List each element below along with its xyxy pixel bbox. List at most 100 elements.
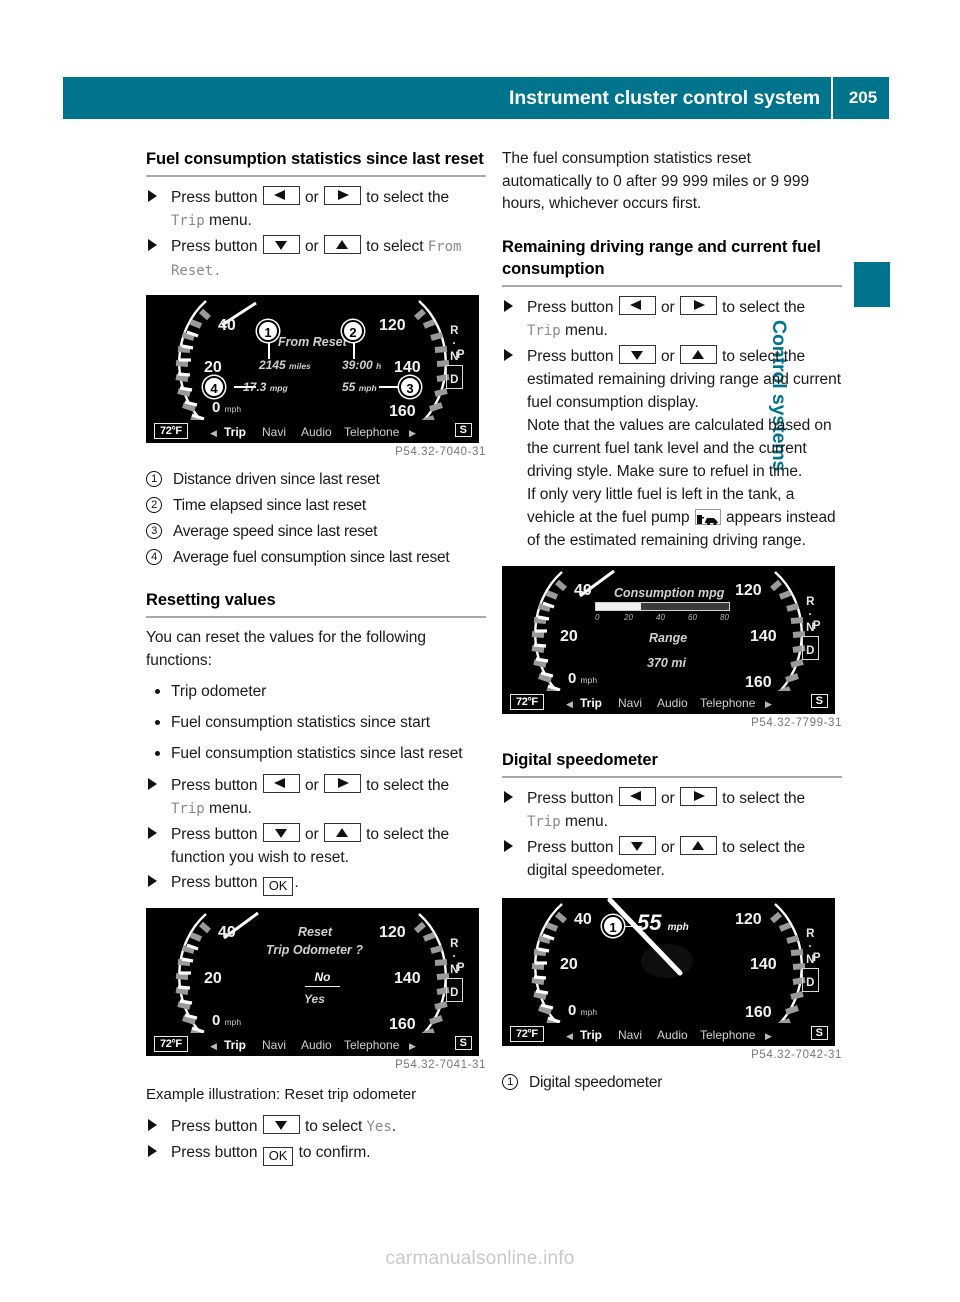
down-arrow-key-icon[interactable]	[262, 235, 300, 254]
step-select-digital-speedometer: Press button or to select the digital sp…	[502, 835, 842, 882]
left-arrow-key-icon[interactable]	[262, 186, 300, 205]
menu-item-audio[interactable]: Audio	[657, 696, 688, 710]
step-text: menu.	[564, 812, 608, 830]
menu-prev-caret-icon[interactable]: ◀	[566, 1031, 573, 1042]
right-arrow-key-icon[interactable]	[323, 186, 361, 205]
gear-label-d-selected: D	[446, 365, 463, 389]
menu-item-telephone[interactable]: Telephone	[700, 1028, 755, 1042]
scale-label-140: 140	[394, 970, 421, 987]
scale-label-140: 140	[750, 627, 777, 645]
step-select-range-display: Press button or to select the estimated …	[502, 344, 842, 552]
callout-leader-line	[353, 343, 355, 359]
bar-tick-80: 80	[720, 612, 729, 622]
instrument-cluster-display: 40 20 120 140 160 0 mph 55 mph 1 R · N D…	[502, 897, 835, 1046]
range-label: Range	[649, 630, 688, 645]
display-title-consumption: Consumption mpg	[614, 585, 725, 600]
menu-item-trip[interactable]: Trip	[580, 1028, 602, 1042]
menu-item-trip[interactable]: Trip	[224, 1038, 246, 1052]
gear-selector-indicator: R · N D P	[446, 325, 464, 389]
left-column: Fuel consumption statistics since last r…	[146, 148, 486, 1166]
step-arrow-icon	[148, 190, 157, 202]
menu-prev-caret-icon[interactable]: ◀	[566, 699, 573, 710]
left-arrow-key-icon[interactable]	[618, 295, 656, 315]
menu-next-caret-icon[interactable]: ▶	[765, 1031, 772, 1042]
heading-rule	[146, 616, 486, 618]
heading-digital-speedometer: Digital speedometer	[502, 750, 658, 769]
up-arrow-key-icon[interactable]	[323, 235, 361, 254]
menu-item-audio[interactable]: Audio	[301, 1038, 332, 1052]
step-text: Press button	[527, 789, 614, 807]
step-text: Press button	[171, 238, 258, 255]
consumption-bar-fill	[596, 602, 641, 610]
cluster-menu-bar: 72°F ◀ Trip Navi Audio Telephone ▶ S	[146, 420, 479, 443]
page-title: Instrument cluster control system	[509, 86, 820, 109]
legend-item: 3 Average speed since last reset	[146, 520, 486, 543]
ok-key-icon[interactable]: OK	[262, 1147, 294, 1166]
bar-tick-40: 40	[656, 612, 665, 622]
menu-prev-caret-icon[interactable]: ◀	[210, 1041, 217, 1052]
up-arrow-key-icon[interactable]	[679, 835, 717, 855]
legend-list-figure2: 1 Digital speedometer	[502, 1071, 842, 1094]
left-arrow-key-icon[interactable]	[618, 786, 656, 806]
heading-rule	[502, 775, 842, 778]
menu-next-caret-icon[interactable]: ▶	[409, 1041, 416, 1052]
bar-tick-20: 20	[624, 612, 633, 622]
step-text: menu.	[564, 321, 608, 339]
right-arrow-key-icon[interactable]	[323, 774, 361, 793]
scale-label-40: 40	[574, 910, 592, 928]
left-arrow-key-icon[interactable]	[262, 774, 300, 793]
legend-text: Average fuel consumption since last rese…	[173, 549, 450, 566]
display-term-trip: Trip	[171, 213, 205, 229]
dialog-option-yes[interactable]: Yes	[304, 992, 325, 1006]
scale-label-120: 120	[379, 924, 406, 941]
up-arrow-key-icon[interactable]	[679, 344, 717, 364]
step-arrow-icon	[504, 299, 513, 312]
step-text: to select the	[366, 777, 450, 794]
bullet-text: Trip odometer	[171, 683, 267, 700]
menu-item-telephone[interactable]: Telephone	[700, 696, 755, 710]
step-text-or: or	[304, 189, 319, 206]
step-note-calculation: Note that the values are calculated base…	[527, 416, 832, 480]
ok-key-icon[interactable]: OK	[262, 877, 294, 896]
up-arrow-key-icon[interactable]	[323, 823, 361, 842]
section-tab-marker	[854, 262, 890, 307]
scale-label-160: 160	[389, 403, 416, 420]
down-arrow-key-icon[interactable]	[262, 1115, 300, 1134]
down-arrow-key-icon[interactable]	[262, 823, 300, 842]
menu-item-audio[interactable]: Audio	[657, 1028, 688, 1042]
down-arrow-key-icon[interactable]	[618, 344, 656, 364]
menu-item-trip[interactable]: Trip	[580, 696, 602, 710]
step-text: to select	[304, 1118, 363, 1135]
dialog-option-no-selected[interactable]: No	[305, 970, 340, 987]
menu-item-navi[interactable]: Navi	[618, 696, 642, 710]
bullet-icon	[155, 689, 160, 694]
right-arrow-key-icon[interactable]	[679, 295, 717, 315]
range-value: 370 mi	[647, 655, 686, 670]
menu-item-navi[interactable]: Navi	[262, 425, 286, 439]
menu-next-caret-icon[interactable]: ▶	[765, 699, 772, 710]
menu-item-telephone[interactable]: Telephone	[344, 425, 399, 439]
legend-text: Distance driven since last reset	[173, 471, 380, 488]
step-text-or: or	[660, 347, 675, 365]
menu-item-telephone[interactable]: Telephone	[344, 1038, 399, 1052]
callout-leader-line	[268, 343, 270, 359]
step-arrow-icon	[148, 778, 157, 790]
scale-label-160: 160	[745, 673, 772, 691]
figure-code: P54.32-7042-31	[751, 1048, 842, 1061]
down-arrow-key-icon[interactable]	[618, 835, 656, 855]
menu-item-navi[interactable]: Navi	[618, 1028, 642, 1042]
gear-label-p: P	[812, 619, 821, 632]
step-select-yes: Press button to select Yes.	[146, 1115, 486, 1139]
heading-resetting-values: Resetting values	[146, 591, 276, 609]
right-arrow-key-icon[interactable]	[679, 786, 717, 806]
step-text: Press button	[171, 826, 258, 843]
menu-item-audio[interactable]: Audio	[301, 425, 332, 439]
menu-item-trip[interactable]: Trip	[224, 425, 246, 439]
menu-prev-caret-icon[interactable]: ◀	[210, 428, 217, 439]
bullet-icon	[155, 720, 160, 725]
menu-item-navi[interactable]: Navi	[262, 1038, 286, 1052]
outside-temperature: 72°F	[510, 693, 544, 710]
scale-label-20: 20	[560, 627, 578, 645]
gear-selector-indicator: R · N D P	[446, 938, 464, 1002]
menu-next-caret-icon[interactable]: ▶	[409, 428, 416, 439]
